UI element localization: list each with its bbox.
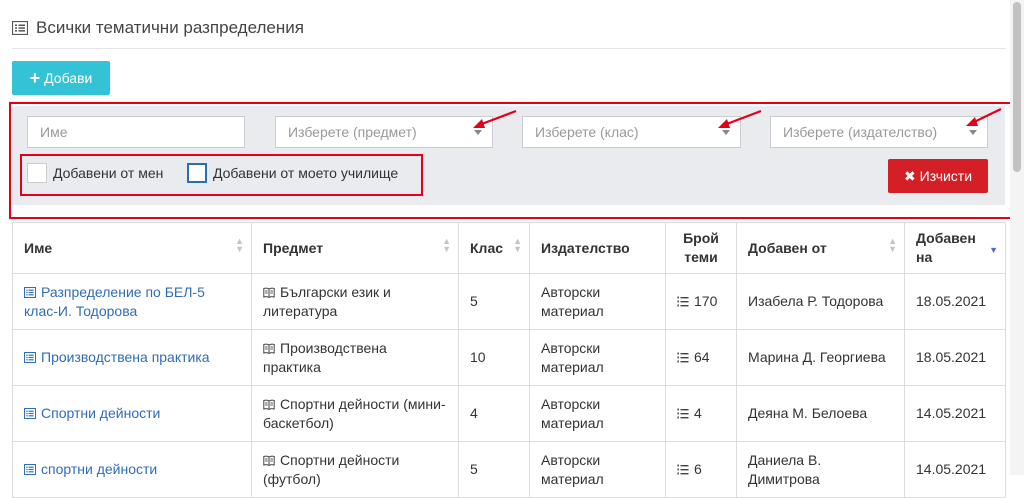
annotation-arrow-icon xyxy=(718,109,762,128)
cell-publisher: Авторски материал xyxy=(529,441,666,498)
sort-icon: ▲ ▼ xyxy=(513,236,522,254)
cell-publisher: Авторски материал xyxy=(529,329,666,386)
add-button[interactable]: + Добави xyxy=(12,61,110,95)
distribution-link[interactable]: Разпределение по БЕЛ-5 клас-И. Тодорова xyxy=(24,284,205,319)
scrollbar[interactable] xyxy=(1010,0,1024,475)
list-ordered-icon xyxy=(677,352,689,363)
cell-publisher: Авторски материал xyxy=(529,385,666,442)
table-header-row: Име ▲ ▼ Предмет ▲ ▼ Клас ▲ ▼ Издателство Брой … xyxy=(12,222,1006,274)
list-ordered-icon xyxy=(677,408,689,419)
distribution-link[interactable]: Производствена практика xyxy=(41,349,210,365)
plus-icon: + xyxy=(29,67,41,88)
table-row: Разпределение по БЕЛ-5 клас-И. Тодорова Б… xyxy=(12,273,1006,330)
add-button-label: Добави xyxy=(44,70,93,86)
cell-added-by: Марина Д. Георгиева xyxy=(736,329,905,386)
list-ordered-icon xyxy=(677,296,689,307)
cell-added-on: 18.05.2021 xyxy=(904,329,1006,386)
cell-added-on: 14.05.2021 xyxy=(904,441,1006,498)
cell-added-on: 14.05.2021 xyxy=(904,385,1006,442)
annotation-arrow-icon xyxy=(473,109,517,128)
cell-added-on: 18.05.2021 xyxy=(904,273,1006,330)
book-icon xyxy=(263,343,275,354)
cell-class: 10 xyxy=(458,329,530,386)
book-icon xyxy=(263,399,275,410)
cell-publisher: Авторски материал xyxy=(529,273,666,330)
cell-subject: Спортни дейности (мини-баскетбол) xyxy=(251,385,459,442)
cell-added-by: Деяна М. Белоева xyxy=(736,385,905,442)
page-title: Всички тематични разпределения xyxy=(36,18,304,37)
cell-topics: 64 xyxy=(665,329,737,386)
page-header: Всички тематични разпределения xyxy=(12,18,304,38)
cell-topics: 4 xyxy=(665,385,737,442)
cell-class: 4 xyxy=(458,385,530,442)
header-divider xyxy=(12,48,1006,49)
column-header-subject[interactable]: Предмет ▲ ▼ xyxy=(251,222,459,274)
list-ordered-icon xyxy=(677,464,689,475)
list-icon xyxy=(24,408,36,419)
table-row: Производствена практика Производствена пр… xyxy=(12,329,1006,386)
cell-added-by: Изабела Р. Тодорова xyxy=(736,273,905,330)
cell-name: Разпределение по БЕЛ-5 клас-И. Тодорова xyxy=(12,273,252,330)
sort-desc-icon: ▼ xyxy=(989,245,998,255)
cell-topics: 6 xyxy=(665,441,737,498)
column-header-name[interactable]: Име ▲ ▼ xyxy=(12,222,252,274)
list-icon xyxy=(24,464,36,475)
cell-name: Производствена практика xyxy=(12,329,252,386)
list-icon xyxy=(24,286,36,298)
cell-added-by: Даниела В. Димитрова xyxy=(736,441,905,498)
cell-class: 5 xyxy=(458,273,530,330)
distributions-table: Име ▲ ▼ Предмет ▲ ▼ Клас ▲ ▼ Издателство Брой … xyxy=(12,222,1006,498)
column-header-publisher[interactable]: Издателство xyxy=(529,222,666,274)
cell-subject: Български език и литература xyxy=(251,273,459,330)
table-row: спортни дейности Спортни дейности (футбол… xyxy=(12,441,1006,498)
cell-class: 5 xyxy=(458,441,530,498)
sort-icon: ▲ ▼ xyxy=(888,236,897,254)
cell-name: Спортни дейности xyxy=(12,385,252,442)
cell-topics: 170 xyxy=(665,273,737,330)
cell-name: спортни дейности xyxy=(12,441,252,498)
book-icon xyxy=(263,287,275,298)
sort-icon: ▲ ▼ xyxy=(442,236,451,254)
distribution-link[interactable]: Спортни дейности xyxy=(41,405,160,421)
book-icon xyxy=(263,455,275,466)
cell-subject: Производствена практика xyxy=(251,329,459,386)
annotation-box-checkboxes xyxy=(20,154,423,196)
list-icon xyxy=(12,21,28,35)
cell-subject: Спортни дейности (футбол) xyxy=(251,441,459,498)
column-header-added-by[interactable]: Добавен от ▲ ▼ xyxy=(736,222,905,274)
list-icon xyxy=(24,352,36,363)
sort-icon: ▲ ▼ xyxy=(235,236,244,254)
column-header-topics[interactable]: Брой теми xyxy=(665,222,737,274)
table-row: Спортни дейности Спортни дейности (мини-б… xyxy=(12,385,1006,442)
column-header-class[interactable]: Клас ▲ ▼ xyxy=(458,222,530,274)
scrollbar-thumb[interactable] xyxy=(1013,2,1021,172)
column-header-added-on[interactable]: Добавен на ▼ xyxy=(904,222,1006,274)
annotation-arrow-icon xyxy=(966,108,1002,126)
